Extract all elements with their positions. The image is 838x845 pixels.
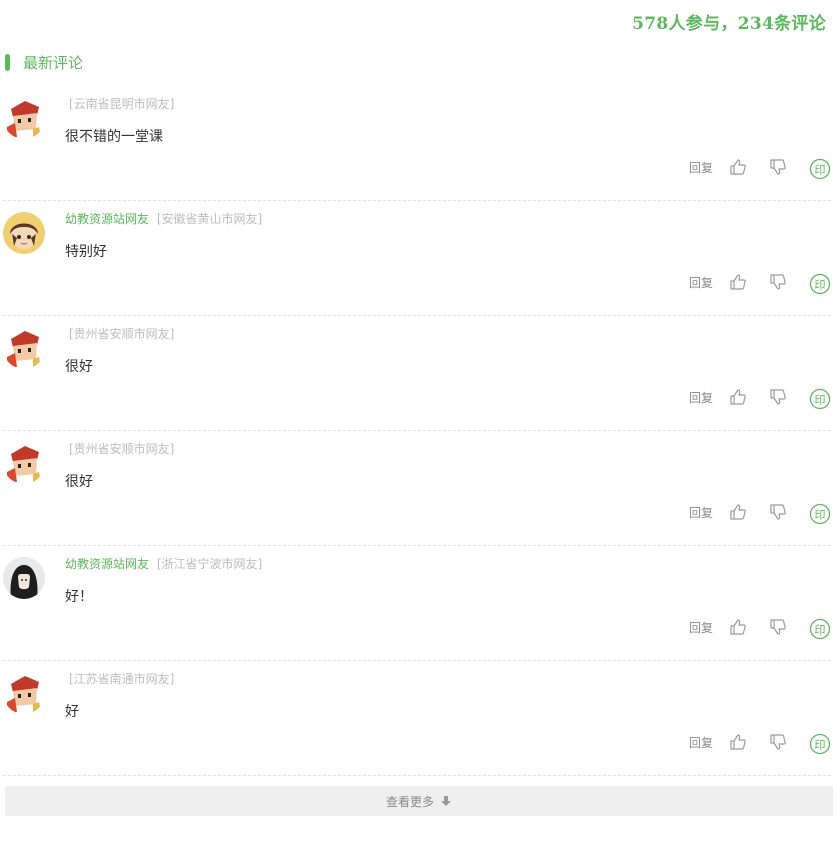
comment-content: 很好 [65,359,93,375]
comment-item: 幼教资源站网友 [安徽省黄山市网友] 特别好 回复 印 [3,201,831,316]
comment-location: [浙江省宁波市网友] [156,557,263,571]
svg-text:印: 印 [815,164,826,177]
arrow-down-icon [441,796,451,806]
thumb-up-icon[interactable] [729,158,747,176]
seal-icon[interactable]: 印 [809,273,831,295]
comment-actions: 回复 印 [689,386,831,410]
comment-username[interactable]: 幼教资源站网友 [65,557,149,571]
thumb-up-icon[interactable] [729,503,747,521]
reply-button[interactable]: 回复 [689,159,713,176]
section-accent-bar [5,53,10,71]
comment-actions: 回复 印 [689,501,831,525]
seal-icon[interactable]: 印 [809,733,831,755]
comment-location: [贵州省安顺市网友] [69,442,175,456]
thumb-up-icon[interactable] [729,273,747,291]
comment-content: 很好 [65,474,93,490]
avatar[interactable] [3,557,45,599]
comment-meta: [贵州省安顺市网友] [65,440,174,457]
comment-location: [江苏省南通市网友] [69,672,175,686]
comment-actions: 回复 印 [689,156,831,180]
comment-content: 特别好 [65,244,107,260]
seal-icon[interactable]: 印 [809,158,831,180]
thumb-down-icon[interactable] [769,618,787,636]
comment-content: 好！ [65,589,93,605]
comment-item: [云南省昆明市网友] 很不错的一堂课 回复 印 [3,86,831,201]
comment-actions: 回复 印 [689,271,831,295]
load-more-button[interactable]: 查看更多 [5,786,833,816]
reply-button[interactable]: 回复 [689,619,713,636]
comment-meta: [江苏省南通市网友] [65,670,174,687]
section-title: 最新评论 [23,53,84,72]
avatar[interactable] [3,327,45,369]
comment-content: 好 [65,704,79,720]
comment-meta: 幼教资源站网友 [浙江省宁波市网友] [65,555,262,572]
section-header: 最新评论 [5,52,83,72]
load-more-label: 查看更多 [385,794,434,809]
seal-icon[interactable]: 印 [809,388,831,410]
comment-meta: [贵州省安顺市网友] [65,325,174,342]
comment-list: [云南省昆明市网友] 很不错的一堂课 回复 印 幼教资源站网友 [安徽省黄山市网… [0,86,838,776]
seal-icon[interactable]: 印 [809,503,831,525]
thumb-down-icon[interactable] [769,733,787,751]
svg-text:印: 印 [815,279,826,292]
comment-username[interactable]: 幼教资源站网友 [65,212,149,226]
comment-location: [安徽省黄山市网友] [156,212,263,226]
comment-location: [贵州省安顺市网友] [69,327,175,341]
comment-location: [云南省昆明市网友] [69,97,175,111]
reply-button[interactable]: 回复 [689,389,713,406]
comment-meta: [云南省昆明市网友] [65,95,174,112]
comment-content: 很不错的一堂课 [65,129,163,145]
comment-item: [江苏省南通市网友] 好 回复 印 [3,661,831,776]
thumb-down-icon[interactable] [769,273,787,291]
thumb-down-icon[interactable] [769,503,787,521]
svg-text:印: 印 [815,624,826,637]
svg-text:印: 印 [815,394,826,407]
comment-actions: 回复 印 [689,731,831,755]
thumb-up-icon[interactable] [729,388,747,406]
comment-item: [贵州省安顺市网友] 很好 回复 印 [3,431,831,546]
reply-button[interactable]: 回复 [689,734,713,751]
thumb-up-icon[interactable] [729,733,747,751]
thumb-up-icon[interactable] [729,618,747,636]
avatar[interactable] [3,212,45,254]
svg-text:印: 印 [815,739,826,752]
comment-item: [贵州省安顺市网友] 很好 回复 印 [3,316,831,431]
reply-button[interactable]: 回复 [689,274,713,291]
svg-text:印: 印 [815,509,826,522]
comment-item: 幼教资源站网友 [浙江省宁波市网友] 好！ 回复 印 [3,546,831,661]
comment-actions: 回复 印 [689,616,831,640]
participation-stats: 578人参与，234条评论 [632,14,826,34]
thumb-down-icon[interactable] [769,158,787,176]
reply-button[interactable]: 回复 [689,504,713,521]
comment-meta: 幼教资源站网友 [安徽省黄山市网友] [65,210,262,227]
thumb-down-icon[interactable] [769,388,787,406]
avatar[interactable] [3,672,45,714]
avatar[interactable] [3,442,45,484]
seal-icon[interactable]: 印 [809,618,831,640]
avatar[interactable] [3,97,45,139]
